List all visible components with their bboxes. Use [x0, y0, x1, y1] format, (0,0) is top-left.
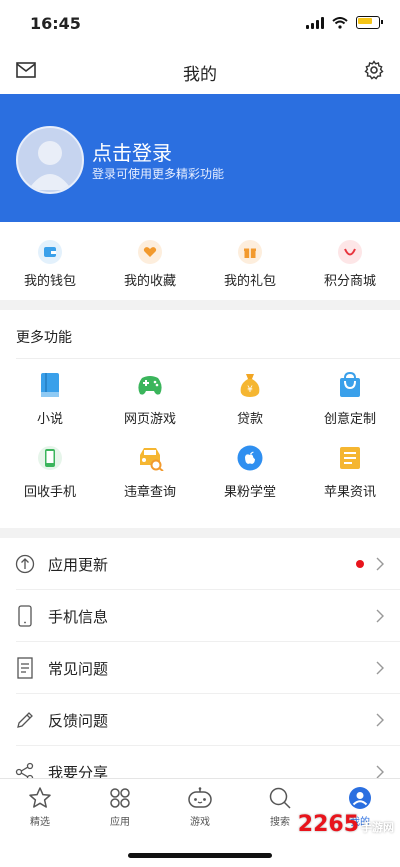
grid-circles-icon [110, 788, 130, 808]
news-icon [340, 447, 360, 469]
apple-icon [237, 445, 263, 471]
apple-school-button[interactable]: 果粉学堂 [200, 445, 300, 500]
search-icon [269, 787, 291, 809]
points-mall-button[interactable]: 积分商城 [300, 222, 400, 300]
car-search-icon [140, 448, 164, 471]
upload-circle-icon [15, 554, 35, 574]
more-functions-heading: 更多功能 [16, 330, 72, 346]
menu-item-share[interactable]: 我要分享 [0, 746, 400, 778]
menu-item-label: 我要分享 [48, 763, 109, 779]
traffic-violation-label: 违章查询 [123, 485, 176, 500]
favorites-label: 我的收藏 [123, 274, 176, 289]
chevron-right-icon [376, 661, 384, 675]
signal-icon [306, 16, 324, 29]
chevron-right-icon [376, 765, 384, 778]
book-icon [41, 373, 59, 397]
pencil-icon [17, 712, 33, 728]
menu-item-label: 应用更新 [48, 555, 109, 574]
menu-item-label: 反馈问题 [48, 711, 109, 730]
share-icon [15, 762, 34, 778]
menu-list: 应用更新 手机信息 常见问题 反馈问题 我要分享 [0, 538, 400, 778]
shopping-bag-icon [340, 372, 360, 397]
page-title: 我的 [183, 65, 217, 85]
wallet-label: 我的钱包 [23, 274, 76, 289]
apple-school-label: 果粉学堂 [223, 485, 276, 500]
gear-icon[interactable] [364, 60, 384, 80]
watermark: 2265 手游网 [298, 812, 394, 837]
novel-label: 小说 [36, 412, 63, 427]
watermark-suffix: 手游网 [361, 821, 394, 834]
battery-icon [356, 16, 383, 29]
quick-actions: 我的钱包 我的收藏 我的礼包 积分商城 [0, 222, 400, 300]
tab-games[interactable]: 游戏 [160, 779, 240, 835]
wifi-icon [332, 16, 348, 29]
menu-item-app-update[interactable]: 应用更新 [0, 538, 400, 590]
apple-news-button[interactable]: 苹果资讯 [300, 445, 400, 500]
chevron-right-icon [376, 609, 384, 623]
gift-icon [238, 240, 262, 264]
recycle-phone-label: 回收手机 [23, 485, 76, 500]
avatar[interactable] [16, 126, 84, 194]
home-indicator[interactable] [128, 853, 272, 858]
tab-label: 应用 [110, 817, 130, 828]
star-icon [29, 787, 51, 808]
loan-label: 贷款 [236, 412, 263, 427]
tab-label: 精选 [30, 817, 50, 828]
tab-apps[interactable]: 应用 [80, 779, 160, 835]
gamepad-icon [138, 376, 162, 395]
menu-item-label: 常见问题 [48, 659, 109, 678]
menu-item-feedback[interactable]: 反馈问题 [0, 694, 400, 746]
favorites-button[interactable]: 我的收藏 [100, 222, 200, 300]
gift-pack-button[interactable]: 我的礼包 [200, 222, 300, 300]
web-game-label: 网页游戏 [123, 412, 176, 427]
wallet-button[interactable]: 我的钱包 [0, 222, 100, 300]
money-bag-icon: ¥ [240, 374, 260, 397]
wallet-icon [38, 240, 62, 264]
status-icons [306, 16, 383, 29]
loan-button[interactable]: ¥ 贷款 [200, 372, 300, 427]
profile-banner[interactable]: 点击登录 登录可使用更多精彩功能 [0, 94, 400, 222]
web-game-button[interactable]: 网页游戏 [100, 372, 200, 427]
tab-label: 搜索 [270, 817, 290, 828]
watermark-brand: 2265 [297, 812, 359, 837]
traffic-violation-button[interactable]: 违章查询 [100, 445, 200, 500]
user-icon [349, 787, 371, 809]
apple-news-label: 苹果资讯 [323, 485, 376, 500]
status-bar: 16:45 [0, 0, 400, 48]
more-functions: 更多功能 小说 网页游戏 ¥ 贷款 创意定制 回收手机 违章查询 果粉学堂 苹果… [0, 310, 400, 528]
menu-item-label: 手机信息 [48, 607, 109, 626]
menu-item-faq[interactable]: 常见问题 [0, 642, 400, 694]
tab-featured[interactable]: 精选 [0, 779, 80, 835]
update-badge [356, 560, 364, 568]
custom-design-button[interactable]: 创意定制 [300, 372, 400, 427]
title-bar: 我的 [0, 48, 400, 94]
login-button[interactable]: 点击登录 [92, 137, 172, 166]
chevron-right-icon [376, 713, 384, 727]
phone-outline-icon [18, 605, 32, 627]
tab-label: 游戏 [190, 817, 210, 828]
heart-icon [138, 240, 162, 264]
status-time: 16:45 [30, 14, 81, 33]
divider [16, 358, 400, 359]
points-mall-label: 积分商城 [323, 274, 376, 289]
chevron-right-icon [376, 557, 384, 571]
recycle-phone-button[interactable]: 回收手机 [0, 445, 100, 500]
smile-icon [338, 240, 362, 264]
login-subtitle: 登录可使用更多精彩功能 [92, 167, 225, 181]
menu-item-phone-info[interactable]: 手机信息 [0, 590, 400, 642]
document-icon [17, 657, 33, 679]
custom-design-label: 创意定制 [323, 412, 376, 427]
game-controller-icon [188, 787, 212, 808]
gift-pack-label: 我的礼包 [223, 274, 276, 289]
recycle-phone-icon [38, 446, 62, 470]
novel-button[interactable]: 小说 [0, 372, 100, 427]
svg-text:¥: ¥ [247, 385, 253, 395]
